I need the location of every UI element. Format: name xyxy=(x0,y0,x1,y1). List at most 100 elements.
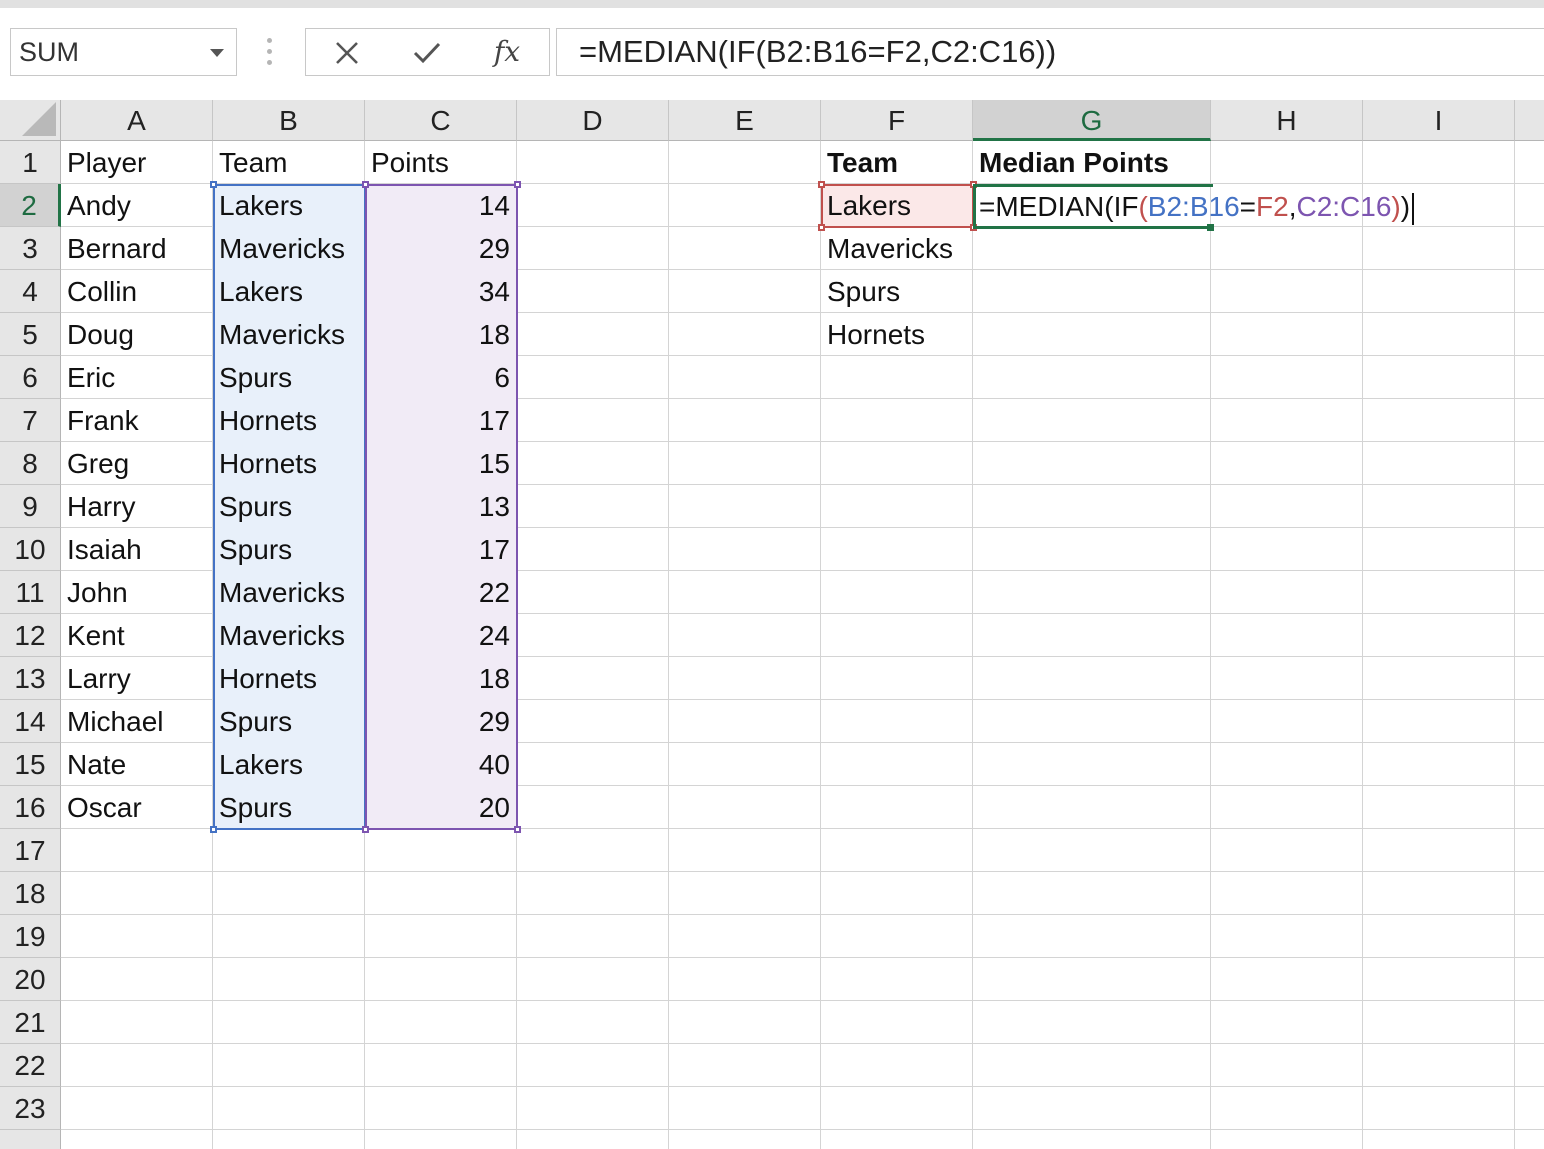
cell-c15[interactable]: 40 xyxy=(371,743,510,786)
row-header-7[interactable]: 7 xyxy=(0,399,61,442)
column-header-e[interactable]: E xyxy=(669,100,821,141)
range-resize-handle-c[interactable] xyxy=(362,181,369,188)
column-header-c[interactable]: C xyxy=(365,100,517,141)
cell-c12[interactable]: 24 xyxy=(371,614,510,657)
cell-a3[interactable]: Bernard xyxy=(67,227,167,270)
cell-b12[interactable]: Mavericks xyxy=(219,614,345,657)
cell-a10[interactable]: Isaiah xyxy=(67,528,142,571)
column-header-a[interactable]: A xyxy=(61,100,213,141)
cell-b2[interactable]: Lakers xyxy=(219,184,303,227)
cell-c4[interactable]: 34 xyxy=(371,270,510,313)
row-header-2[interactable]: 2 xyxy=(0,184,61,227)
row-header-21[interactable]: 21 xyxy=(0,1001,61,1044)
cell-a14[interactable]: Michael xyxy=(67,700,163,743)
row-header-11[interactable]: 11 xyxy=(0,571,61,614)
row-header-13[interactable]: 13 xyxy=(0,657,61,700)
cell-b15[interactable]: Lakers xyxy=(219,743,303,786)
drag-handle-icon[interactable] xyxy=(265,38,275,74)
cell-c14[interactable]: 29 xyxy=(371,700,510,743)
row-header-5[interactable]: 5 xyxy=(0,313,61,356)
cell-c9[interactable]: 13 xyxy=(371,485,510,528)
row-header-6[interactable]: 6 xyxy=(0,356,61,399)
select-all-button[interactable] xyxy=(0,100,61,141)
cell-c16[interactable]: 20 xyxy=(371,786,510,829)
cell-b14[interactable]: Spurs xyxy=(219,700,292,743)
cell-a9[interactable]: Harry xyxy=(67,485,135,528)
cell-g1[interactable]: Median Points xyxy=(979,141,1169,184)
column-header-overflow[interactable] xyxy=(1515,100,1544,141)
cell-c3[interactable]: 29 xyxy=(371,227,510,270)
cell-b5[interactable]: Mavericks xyxy=(219,313,345,356)
cell-c1[interactable]: Points xyxy=(371,141,449,184)
row-header-16[interactable]: 16 xyxy=(0,786,61,829)
cell-c2[interactable]: 14 xyxy=(371,184,510,227)
row-header-18[interactable]: 18 xyxy=(0,872,61,915)
row-header-22[interactable]: 22 xyxy=(0,1044,61,1087)
row-header-20[interactable]: 20 xyxy=(0,958,61,1001)
range-resize-handle-c[interactable] xyxy=(362,826,369,833)
cell-b9[interactable]: Spurs xyxy=(219,485,292,528)
cell-f4[interactable]: Spurs xyxy=(827,270,900,313)
range-resize-handle-f[interactable] xyxy=(818,224,825,231)
cell-b16[interactable]: Spurs xyxy=(219,786,292,829)
row-header-8[interactable]: 8 xyxy=(0,442,61,485)
row-header-19[interactable]: 19 xyxy=(0,915,61,958)
enter-button[interactable] xyxy=(392,29,462,75)
name-box[interactable]: SUM xyxy=(10,28,237,76)
cell-f1[interactable]: Team xyxy=(827,141,898,184)
cell-b1[interactable]: Team xyxy=(219,141,287,184)
column-header-b[interactable]: B xyxy=(213,100,365,141)
cell-f5[interactable]: Hornets xyxy=(827,313,925,356)
cell-b6[interactable]: Spurs xyxy=(219,356,292,399)
row-header-23[interactable]: 23 xyxy=(0,1087,61,1130)
row-header-3[interactable]: 3 xyxy=(0,227,61,270)
insert-function-button[interactable]: fx xyxy=(472,29,542,75)
column-header-h[interactable]: H xyxy=(1211,100,1363,141)
column-header-g[interactable]: G xyxy=(973,100,1211,141)
cell-a5[interactable]: Doug xyxy=(67,313,134,356)
row-header-overflow[interactable] xyxy=(0,1130,61,1149)
cell-b10[interactable]: Spurs xyxy=(219,528,292,571)
cell-c8[interactable]: 15 xyxy=(371,442,510,485)
range-resize-handle-b[interactable] xyxy=(210,826,217,833)
cell-f2[interactable]: Lakers xyxy=(827,184,911,227)
cell-a12[interactable]: Kent xyxy=(67,614,125,657)
column-header-d[interactable]: D xyxy=(517,100,669,141)
cell-a4[interactable]: Collin xyxy=(67,270,137,313)
cancel-button[interactable] xyxy=(312,29,382,75)
cell-b3[interactable]: Mavericks xyxy=(219,227,345,270)
cell-f3[interactable]: Mavericks xyxy=(827,227,953,270)
cell-b11[interactable]: Mavericks xyxy=(219,571,345,614)
range-resize-handle-c[interactable] xyxy=(514,181,521,188)
cell-a2[interactable]: Andy xyxy=(67,184,131,227)
cell-a16[interactable]: Oscar xyxy=(67,786,142,829)
cell-a15[interactable]: Nate xyxy=(67,743,126,786)
cell-c7[interactable]: 17 xyxy=(371,399,510,442)
cell-a6[interactable]: Eric xyxy=(67,356,115,399)
formula-input[interactable]: =MEDIAN(IF(B2:B16=F2,C2:C16)) xyxy=(556,28,1544,76)
cell-b7[interactable]: Hornets xyxy=(219,399,317,442)
cell-c5[interactable]: 18 xyxy=(371,313,510,356)
row-header-1[interactable]: 1 xyxy=(0,141,61,184)
cell-a7[interactable]: Frank xyxy=(67,399,139,442)
cell-b4[interactable]: Lakers xyxy=(219,270,303,313)
row-header-9[interactable]: 9 xyxy=(0,485,61,528)
cell-c11[interactable]: 22 xyxy=(371,571,510,614)
cell-c13[interactable]: 18 xyxy=(371,657,510,700)
cell-a1[interactable]: Player xyxy=(67,141,146,184)
chevron-down-icon[interactable] xyxy=(210,49,224,57)
column-header-f[interactable]: F xyxy=(821,100,973,141)
cell-c6[interactable]: 6 xyxy=(371,356,510,399)
range-resize-handle-b[interactable] xyxy=(210,181,217,188)
cell-g2-edit[interactable]: =MEDIAN(IF(B2:B16=F2,C2:C16)) xyxy=(979,184,1415,229)
row-header-12[interactable]: 12 xyxy=(0,614,61,657)
row-header-14[interactable]: 14 xyxy=(0,700,61,743)
cell-c10[interactable]: 17 xyxy=(371,528,510,571)
cell-a13[interactable]: Larry xyxy=(67,657,131,700)
row-header-17[interactable]: 17 xyxy=(0,829,61,872)
cell-b8[interactable]: Hornets xyxy=(219,442,317,485)
cell-a8[interactable]: Greg xyxy=(67,442,129,485)
cell-b13[interactable]: Hornets xyxy=(219,657,317,700)
range-resize-handle-c[interactable] xyxy=(514,826,521,833)
cell-a11[interactable]: John xyxy=(67,571,128,614)
